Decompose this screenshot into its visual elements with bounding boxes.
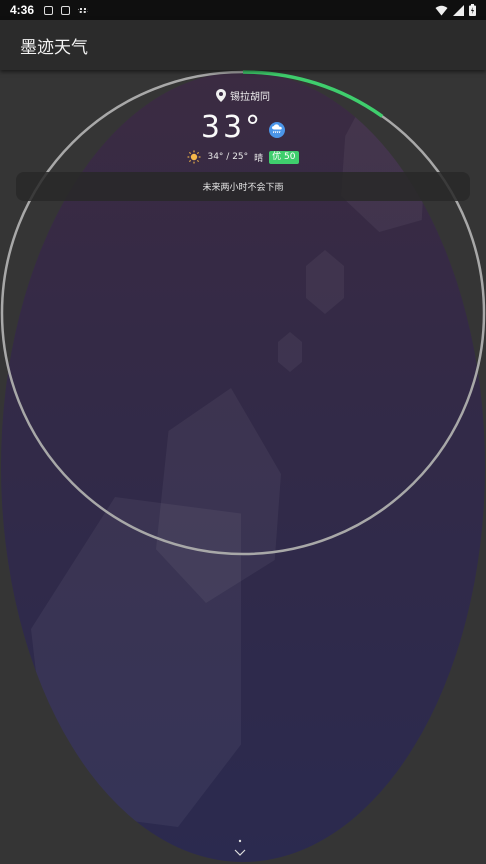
high-low-temperature: 34° / 25°: [207, 152, 249, 162]
scroll-down-chevron-icon[interactable]: [233, 838, 253, 860]
signal-icon: [453, 4, 464, 16]
app-bar: 墨迹天气: [0, 20, 486, 70]
current-temperature: 33°: [200, 110, 264, 145]
wavy-icon: [78, 7, 89, 13]
detail-row: 34° / 25° 晴 优 50: [0, 150, 486, 164]
rain-icon: [269, 121, 286, 138]
condition-text: 晴: [254, 153, 264, 164]
status-indicators: [435, 4, 476, 16]
watch-icon: [44, 5, 54, 15]
aqi-badge[interactable]: 优 50: [269, 150, 299, 164]
status-time: 4:36: [10, 3, 35, 17]
a-icon: [61, 5, 71, 15]
sun-icon: [187, 150, 201, 164]
location-name: 锡拉胡同: [230, 92, 270, 103]
precipitation-forecast-bar[interactable]: 未来两小时不会下雨: [16, 172, 470, 201]
app-title: 墨迹天气: [20, 37, 88, 58]
status-bar: 4:36: [0, 0, 486, 20]
battery-icon: [469, 4, 476, 16]
location-pin-icon: [216, 89, 226, 102]
weather-ring: [0, 70, 486, 556]
notification-icons: [44, 5, 89, 15]
forecast-text: 未来两小时不会下雨: [202, 183, 284, 193]
wifi-icon: [435, 5, 448, 15]
location-row[interactable]: 锡拉胡同: [0, 88, 486, 103]
temperature-row: 33°: [0, 110, 486, 145]
